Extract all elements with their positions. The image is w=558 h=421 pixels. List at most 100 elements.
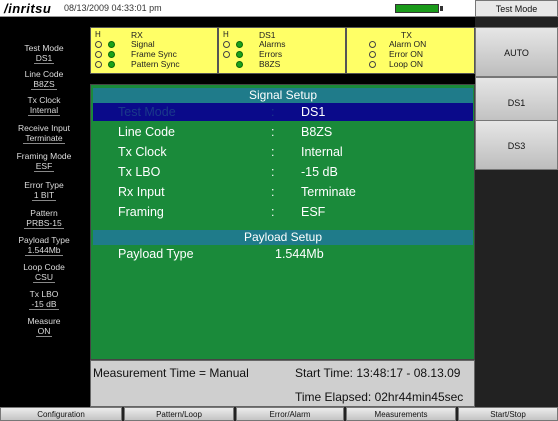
ds1-alarms-status-icon (236, 41, 243, 48)
signal-row-value: -15 dB (301, 165, 338, 179)
tab-measurements[interactable]: Measurements (346, 407, 456, 421)
rx-status-panel: H RX Signal Frame Sync Pattern Sync (90, 27, 218, 74)
sidebar-item-label: Tx Clock (27, 95, 61, 105)
sidebar-item-tx-clock[interactable]: Tx Clock Internal (0, 95, 88, 116)
setup-panel: Signal Setup Test Mode : DS1 Line Code :… (90, 84, 475, 360)
signal-row-label: Test Mode (118, 105, 176, 119)
sidebar-item-label: Test Mode (24, 43, 64, 53)
signal-row-colon: : (271, 165, 275, 179)
rx-history-label: H (95, 30, 101, 39)
signal-row-tx-clock[interactable]: Tx Clock : Internal (93, 143, 473, 161)
measurement-status: Measurement Time = Manual Start Time: 13… (90, 360, 475, 407)
signal-row-value: B8ZS (301, 125, 333, 139)
sidebar-item-receive-input[interactable]: Receive Input Terminate (0, 123, 88, 144)
ds1-alarms-history-icon (223, 41, 230, 48)
rx-signal-history-icon (95, 41, 102, 48)
signal-row-label: Framing (118, 205, 164, 219)
signal-row-tx-lbo[interactable]: Tx LBO : -15 dB (93, 163, 473, 181)
measurement-time-mode: Measurement Time = Manual (93, 366, 249, 380)
sidebar-item-label: Tx LBO (29, 289, 59, 299)
signal-row-label: Line Code (118, 125, 175, 139)
payload-row-label: Payload Type (118, 247, 194, 261)
tab-error-alarm[interactable]: Error/Alarm (236, 407, 344, 421)
tx-error-icon (369, 51, 376, 58)
rx-pattern-sync-label: Pattern Sync (131, 59, 180, 69)
signal-row-line-code[interactable]: Line Code : B8ZS (93, 123, 473, 141)
signal-row-colon: : (271, 205, 275, 219)
signal-row-rx-input[interactable]: Rx Input : Terminate (93, 183, 473, 201)
sidebar-item-pattern[interactable]: Pattern PRBS-15 (0, 208, 88, 229)
rx-signal-status-icon (108, 41, 115, 48)
payload-row-value: 1.544Mb (275, 247, 324, 261)
sidebar-item-label: Loop Code (23, 262, 65, 272)
ds1-errors-history-icon (223, 51, 230, 58)
sidebar-item-value: Internal (27, 105, 61, 116)
softkey-label: DS3 (507, 141, 526, 151)
signal-row-framing[interactable]: Framing : ESF (93, 203, 473, 221)
tab-configuration[interactable]: Configuration (0, 407, 122, 421)
tx-alarm-label: Alarm ON (389, 39, 427, 49)
battery-icon (395, 4, 439, 13)
ds1-status-panel: H DS1 Alarms Errors B8ZS (218, 27, 346, 74)
date-time: 08/13/2009 04:33:01 pm (64, 3, 162, 13)
sidebar-item-value: 1.544Mb (25, 245, 63, 256)
sidebar-item-measure[interactable]: Measure ON (0, 316, 88, 337)
ds1-errors-label: Errors (259, 49, 283, 59)
anritsu-logo: /inritsu (4, 1, 52, 16)
rx-frame-sync-label: Frame Sync (131, 49, 177, 59)
right-softkey-panel: Test Mode AUTO DS1 DS3 (475, 0, 558, 407)
signal-row-colon: : (271, 125, 275, 139)
softkey-ds3[interactable]: DS3 (475, 120, 558, 170)
tx-error-label: Error ON (389, 49, 423, 59)
sidebar-item-framing-mode[interactable]: Framing Mode ESF (0, 151, 88, 172)
sidebar-item-label: Receive Input (18, 123, 70, 133)
sidebar-item-payload-type[interactable]: Payload Type 1.544Mb (0, 235, 88, 256)
battery-tip (440, 6, 443, 11)
sidebar-item-label: Measure (27, 316, 61, 326)
sidebar-item-value: DS1 (33, 53, 55, 64)
softkey-menu-title: Test Mode (475, 0, 558, 17)
softkey-label: DS1 (507, 98, 526, 108)
sidebar-item-value: -15 dB (29, 299, 59, 310)
sidebar-item-line-code[interactable]: Line Code B8ZS (0, 69, 88, 90)
ds1-alarms-label: Alarms (259, 39, 286, 49)
ds1-b8zs-status-icon (236, 61, 243, 68)
signal-row-label: Tx LBO (118, 165, 161, 179)
sidebar-item-value: ON (35, 326, 53, 337)
sidebar-item-label: Payload Type (18, 235, 70, 245)
start-time: Start Time: 13:48:17 - 08.13.09 (295, 366, 461, 380)
tx-loop-label: Loop ON (389, 59, 424, 69)
bottom-softkey-bar: Configuration Pattern/Loop Error/Alarm M… (0, 407, 558, 421)
softkey-label: AUTO (504, 48, 529, 58)
tx-alarm-icon (369, 41, 376, 48)
sidebar-item-test-mode[interactable]: Test Mode DS1 (0, 43, 88, 64)
sidebar-item-value: ESF (33, 161, 55, 172)
signal-row-colon: : (271, 145, 275, 159)
payload-setup-header: Payload Setup (93, 230, 473, 245)
signal-row-value: Internal (301, 145, 343, 159)
sidebar-item-tx-lbo[interactable]: Tx LBO -15 dB (0, 289, 88, 310)
tab-start-stop[interactable]: Start/Stop (458, 407, 558, 421)
signal-row-colon: : (271, 105, 275, 119)
settings-sidebar: Test Mode DS1 Line Code B8ZS Tx Clock In… (0, 27, 88, 367)
rx-signal-label: Signal (131, 39, 155, 49)
payload-row-type[interactable]: Payload Type 1.544Mb (93, 245, 473, 263)
signal-row-label: Tx Clock (118, 145, 167, 159)
ds1-history-label: H (223, 30, 229, 39)
title-bar: /inritsu 08/13/2009 04:33:01 pm (0, 0, 475, 17)
ds1-b8zs-label: B8ZS (259, 59, 281, 69)
signal-row-value: ESF (301, 205, 326, 219)
sidebar-item-value: CSU (33, 272, 55, 283)
sidebar-item-value: PRBS-15 (24, 218, 64, 229)
rx-frame-history-icon (95, 51, 102, 58)
sidebar-item-loop-code[interactable]: Loop Code CSU (0, 262, 88, 283)
tab-pattern-loop[interactable]: Pattern/Loop (124, 407, 234, 421)
sidebar-item-error-type[interactable]: Error Type 1 BIT (0, 180, 88, 201)
softkey-auto[interactable]: AUTO (475, 27, 558, 77)
rx-pattern-status-icon (108, 61, 115, 68)
rx-pattern-history-icon (95, 61, 102, 68)
tx-status-panel: TX Alarm ON Error ON Loop ON (346, 27, 475, 74)
signal-row-value: Terminate (301, 185, 356, 199)
sidebar-item-value: B8ZS (31, 79, 57, 90)
signal-row-test-mode[interactable]: Test Mode : DS1 (93, 103, 473, 121)
